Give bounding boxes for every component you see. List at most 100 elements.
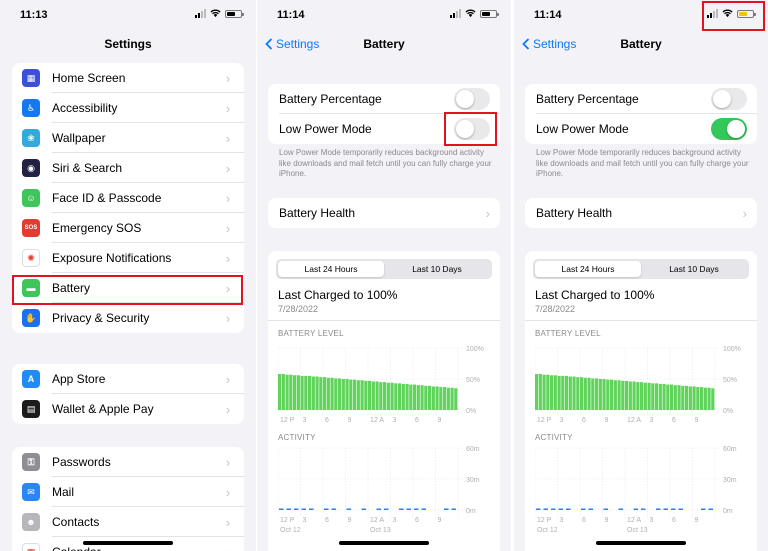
activity-bar — [708, 508, 713, 510]
battery-level-bar — [707, 387, 711, 410]
settings-row-wallpaper[interactable]: ❀ Wallpaper › — [12, 123, 244, 153]
settings-row-wallet[interactable]: ▤ Wallet & Apple Pay › — [12, 394, 244, 424]
settings-row-face-id[interactable]: ☺ Face ID & Passcode › — [12, 183, 244, 213]
exposure-notifications-icon: ✺ — [22, 249, 40, 267]
settings-row-label: Privacy & Security — [52, 311, 150, 325]
battery-level-bar — [281, 374, 285, 410]
chevron-right-icon: › — [225, 514, 231, 530]
activity-bar — [701, 508, 706, 510]
activity-bar — [399, 508, 404, 510]
x-tick-label: 6 — [325, 417, 329, 424]
settings-row-exposure-notifications[interactable]: ✺ Exposure Notifications › — [12, 243, 244, 273]
x-tick-label: 12 A — [627, 517, 641, 524]
activity-bar — [558, 508, 563, 510]
battery-level-bar — [640, 382, 644, 410]
settings-row-label: Home Screen — [52, 71, 126, 85]
x-tick-label: 9 — [438, 517, 442, 524]
privacy-hand-icon: ✋ — [22, 309, 40, 327]
settings-row-home-screen[interactable]: ▦ Home Screen › — [12, 63, 244, 93]
battery-level-bar — [658, 383, 662, 410]
face-id-icon: ☺ — [22, 189, 40, 207]
settings-row-mail[interactable]: ✉ Mail › — [12, 477, 244, 507]
settings-screen: 11:13 Settings ▦ Home Screen › ♿ Accessibili… — [0, 0, 256, 551]
tab-last-24-hours[interactable]: Last 24 Hours — [278, 261, 384, 277]
y-tick-label: 30m — [723, 477, 737, 484]
activity-bar — [421, 508, 426, 510]
battery-level-bar — [572, 376, 576, 410]
battery-level-bar — [617, 380, 621, 410]
battery-level-bar — [662, 383, 666, 410]
battery-level-bar — [454, 388, 458, 410]
activity-bar — [414, 508, 419, 510]
activity-bar — [678, 508, 683, 510]
battery-percentage-toggle[interactable] — [711, 88, 747, 110]
battery-level-bar — [606, 379, 610, 410]
settings-row-label: Calendar — [52, 545, 222, 551]
battery-level-bar — [670, 384, 674, 410]
status-time: 11:13 — [20, 9, 48, 21]
x-tick-label: 3 — [303, 417, 307, 424]
battery-percentage-row: Battery Percentage — [268, 84, 500, 114]
settings-row-siri[interactable]: ◉ Siri & Search › — [12, 153, 244, 183]
status-bar: 11:13 — [0, 0, 256, 30]
activity-bar — [301, 508, 306, 510]
battery-level-bar — [587, 377, 591, 410]
settings-row-label: Accessibility — [52, 101, 118, 115]
tab-last-10-days[interactable]: Last 10 Days — [641, 261, 747, 277]
battery-percentage-toggle[interactable] — [454, 88, 490, 110]
x-date-label: Oct 12 — [280, 527, 301, 534]
battery-level-bar — [621, 380, 625, 410]
x-date-label: Oct 13 — [627, 527, 648, 534]
battery-health-row[interactable]: Battery Health › — [268, 198, 500, 228]
battery-level-bar — [711, 388, 715, 410]
y-tick-label: 0% — [723, 408, 733, 415]
activity-chart: 60m 30m 0m 12 P 3 6 9 12 A 3 6 9 Oct 12 Oct 13 — [535, 446, 737, 534]
settings-row-privacy-hand[interactable]: ✋ Privacy & Security › — [12, 303, 244, 333]
page-title: Settings — [104, 37, 152, 51]
y-tick-label: 100% — [723, 346, 741, 353]
settings-row-label: Emergency SOS — [52, 221, 142, 235]
battery-level-bar — [576, 377, 580, 410]
activity-bar — [444, 508, 449, 510]
battery-level-bar — [591, 378, 595, 410]
low-power-mode-toggle[interactable] — [711, 118, 747, 140]
battery-level-bar — [390, 382, 394, 410]
battery-level-bar — [289, 374, 293, 410]
last-charged-text: Last Charged to 100% — [278, 288, 398, 302]
battery-level-bar — [368, 380, 372, 410]
battery-level-bar — [330, 377, 334, 410]
chevron-right-icon: › — [225, 401, 231, 417]
battery-level-bar — [386, 382, 390, 410]
tab-last-10-days[interactable]: Last 10 Days — [384, 261, 490, 277]
battery-health-group[interactable]: Battery Health › — [268, 198, 500, 228]
accessibility-icon: ♿ — [22, 99, 40, 117]
x-tick-label: 9 — [438, 417, 442, 424]
highlight-box-status-icons — [702, 1, 765, 31]
settings-row-contacts[interactable]: ☻ Contacts › — [12, 507, 244, 537]
y-tick-label: 60m — [466, 446, 480, 453]
tab-last-24-hours[interactable]: Last 24 Hours — [535, 261, 641, 277]
battery-level-bar — [628, 381, 632, 410]
battery-status-icon — [480, 9, 499, 18]
battery-level-bar — [304, 375, 308, 410]
settings-row-app-store[interactable]: A App Store › — [12, 364, 244, 394]
chevron-right-icon: › — [225, 250, 231, 266]
battery-level-bar — [692, 386, 696, 410]
page-title: Battery — [363, 37, 405, 51]
activity-bar — [384, 508, 389, 510]
battery-level-bar — [696, 387, 700, 410]
battery-level-bar — [326, 377, 330, 410]
settings-row-accessibility[interactable]: ♿ Accessibility › — [12, 93, 244, 123]
chevron-right-icon: › — [225, 130, 231, 146]
battery-health-group[interactable]: Battery Health › — [525, 198, 757, 228]
battery-level-bar — [315, 376, 319, 410]
battery-health-row[interactable]: Battery Health › — [525, 198, 757, 228]
settings-row-label: Contacts — [52, 515, 100, 529]
highlight-box-low-power-toggle — [444, 112, 497, 146]
battery-level-bar — [443, 387, 447, 410]
x-tick-label: 9 — [695, 517, 699, 524]
settings-row-key[interactable]: ⚿ Passwords › — [12, 447, 244, 477]
activity-bar — [286, 508, 291, 510]
settings-row-emergency-sos[interactable]: SOS Emergency SOS › — [12, 213, 244, 243]
activity-title: ACTIVITY — [278, 433, 316, 442]
